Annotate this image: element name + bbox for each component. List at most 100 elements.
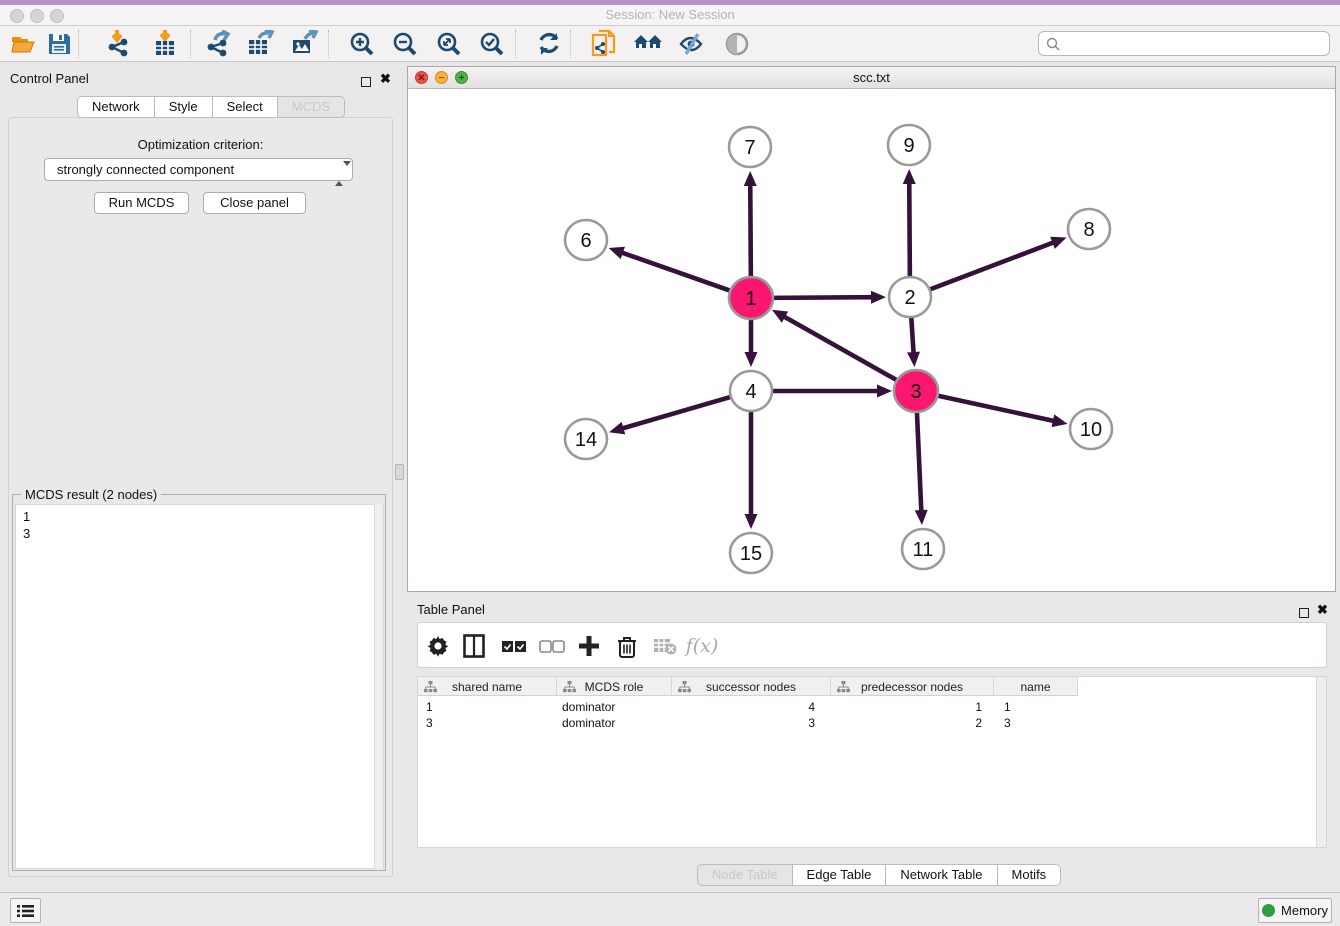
close-panel-button[interactable]: Close panel: [203, 192, 306, 214]
column-header-predecessor-nodes[interactable]: predecessor nodes: [831, 677, 994, 696]
graph-node-15[interactable]: 15: [730, 533, 772, 573]
graph-node-9[interactable]: 9: [888, 125, 930, 165]
cell-predecessor-nodes: 2: [831, 715, 994, 731]
result-scrollbar[interactable]: [374, 504, 383, 869]
control-panel-header: Control Panel ✖: [8, 68, 396, 92]
delete-column-trash-icon[interactable]: [611, 631, 643, 661]
cell-name: 3: [994, 715, 1078, 731]
open-session-icon[interactable]: [6, 29, 40, 59]
network-canvas[interactable]: 7 9 6 8 1 2 4 3 14 10 15 11: [408, 89, 1335, 591]
table-toolbar: f(x): [417, 622, 1327, 668]
network-maximize-button[interactable]: +: [455, 71, 468, 84]
graph-edge-2-3[interactable]: [911, 316, 913, 355]
column-header-shared-name[interactable]: shared name: [418, 677, 557, 696]
cell-shared-name: 3: [418, 715, 557, 731]
zoom-in-icon[interactable]: [345, 29, 379, 59]
table-row[interactable]: 3 dominator 3 2 3: [418, 715, 1078, 731]
window-close-button[interactable]: [10, 9, 24, 23]
graph-node-4[interactable]: 4: [730, 371, 772, 411]
cell-mcds-role: dominator: [557, 699, 672, 715]
close-table-panel-icon[interactable]: ✖: [1317, 601, 1328, 619]
hide-selected-eye-slash-icon[interactable]: [675, 29, 709, 59]
deselect-all-checkboxes-icon[interactable]: [536, 631, 568, 661]
table-row[interactable]: 1 dominator 4 1 1: [418, 699, 1078, 715]
float-panel-icon[interactable]: [361, 74, 371, 92]
export-network-icon[interactable]: [201, 29, 235, 59]
apply-layout-icon[interactable]: [532, 29, 566, 59]
arrowhead-icon: [915, 510, 928, 525]
mcds-result-textarea[interactable]: 1 3: [15, 504, 384, 869]
tab-edge-table[interactable]: Edge Table: [793, 864, 887, 886]
cell-predecessor-nodes: 1: [831, 699, 994, 715]
zoom-out-icon[interactable]: [388, 29, 422, 59]
column-header-successor-nodes[interactable]: successor nodes: [672, 677, 831, 696]
graph-node-2[interactable]: 2: [889, 277, 931, 317]
close-panel-icon[interactable]: ✖: [380, 70, 391, 88]
zoom-fit-icon[interactable]: [432, 29, 466, 59]
memory-button[interactable]: Memory: [1258, 898, 1332, 923]
node-table[interactable]: shared name MCDS role successor nodes pr…: [417, 676, 1327, 848]
table-panel-header: Table Panel ✖: [417, 600, 1332, 620]
table-panel-title: Table Panel: [417, 602, 485, 617]
graph-node-14[interactable]: 14: [565, 419, 607, 459]
graph-edge-1-2[interactable]: [770, 297, 874, 298]
graph-node-8[interactable]: 8: [1068, 209, 1110, 249]
duplicate-network-icon[interactable]: [587, 29, 621, 59]
arrowhead-icon: [745, 352, 758, 367]
window-zoom-button[interactable]: [50, 9, 64, 23]
tab-select[interactable]: Select: [213, 96, 278, 118]
window-minimize-button[interactable]: [30, 9, 44, 23]
graph-edge-3-1[interactable]: [782, 316, 899, 382]
node-label: 11: [913, 539, 934, 561]
save-session-icon[interactable]: [42, 29, 76, 59]
tab-node-table[interactable]: Node Table: [697, 864, 793, 886]
node-label: 8: [1083, 219, 1094, 241]
import-network-icon[interactable]: [102, 29, 136, 59]
graph-node-6[interactable]: 6: [565, 220, 607, 260]
table-settings-gear-icon[interactable]: [422, 631, 454, 661]
graph-node-1[interactable]: 1: [729, 277, 773, 319]
show-all-homes-icon[interactable]: [631, 29, 665, 59]
select-all-checkboxes-icon[interactable]: [498, 631, 530, 661]
criterion-dropdown[interactable]: strongly connected component: [44, 158, 353, 181]
network-graph[interactable]: 7 9 6 8 1 2 4 3 14 10 15 11: [408, 89, 1335, 591]
arrowhead-icon: [745, 514, 758, 529]
float-table-panel-icon[interactable]: [1299, 605, 1309, 623]
panel-splitter-grip[interactable]: [395, 464, 404, 480]
node-label: 1: [745, 288, 756, 310]
graph-node-7[interactable]: 7: [729, 127, 771, 167]
search-input[interactable]: [1065, 37, 1329, 51]
show-columns-icon[interactable]: [458, 631, 490, 661]
graph-edge-1-6[interactable]: [620, 252, 733, 292]
graph-node-10[interactable]: 10: [1070, 409, 1112, 449]
tab-motifs[interactable]: Motifs: [998, 864, 1062, 886]
graph-edge-3-11[interactable]: [917, 410, 922, 513]
export-table-icon[interactable]: [244, 29, 278, 59]
column-header-mcds-role[interactable]: MCDS role: [557, 677, 672, 696]
graph-node-11[interactable]: 11: [902, 529, 944, 569]
network-minimize-button[interactable]: −: [435, 71, 448, 84]
toolbar-separator: [328, 30, 329, 58]
tab-style[interactable]: Style: [155, 96, 213, 118]
column-header-name[interactable]: name: [994, 677, 1078, 696]
zoom-selected-icon[interactable]: [475, 29, 509, 59]
graph-edge-3-10[interactable]: [935, 395, 1056, 421]
network-close-button[interactable]: ✕: [415, 71, 428, 84]
graph-edge-2-8[interactable]: [928, 242, 1056, 290]
import-table-icon[interactable]: [148, 29, 182, 59]
column-type-icon: [563, 681, 576, 693]
tab-mcds[interactable]: MCDS: [278, 96, 345, 118]
run-mcds-button[interactable]: Run MCDS: [94, 192, 189, 214]
table-scrollbar[interactable]: [1316, 677, 1326, 847]
graph-node-3[interactable]: 3: [894, 370, 938, 412]
graph-edge-2-9[interactable]: [909, 181, 910, 278]
graph-edge-1-7[interactable]: [750, 183, 751, 279]
show-hidden-eye-icon[interactable]: [720, 29, 754, 59]
task-history-button[interactable]: [10, 898, 41, 923]
tab-network[interactable]: Network: [77, 96, 155, 118]
search-field[interactable]: [1038, 31, 1330, 56]
graph-edge-4-14[interactable]: [621, 396, 733, 429]
export-image-icon[interactable]: [288, 29, 322, 59]
add-column-plus-icon[interactable]: [573, 631, 605, 661]
tab-network-table[interactable]: Network Table: [886, 864, 997, 886]
